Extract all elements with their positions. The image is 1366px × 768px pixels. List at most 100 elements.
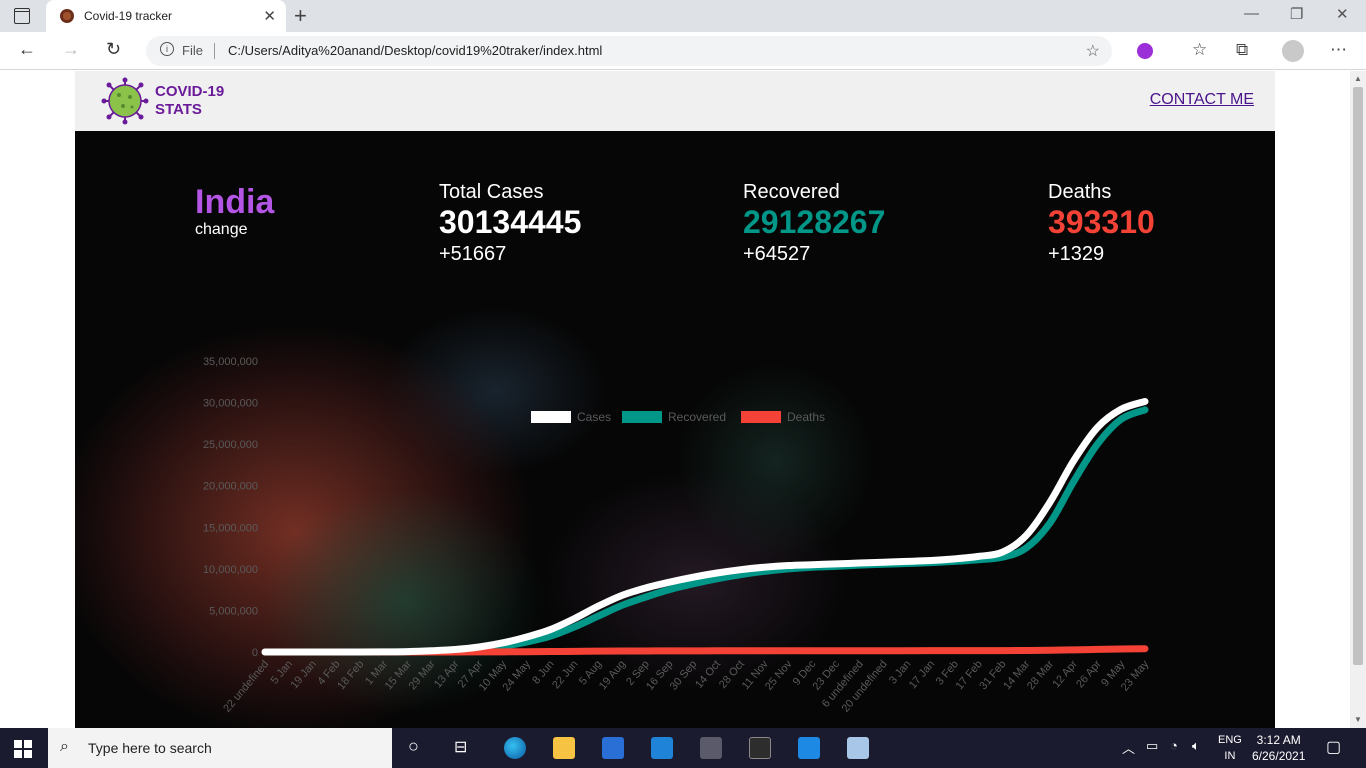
terminal-icon[interactable] [749, 737, 771, 759]
change-country-link[interactable]: change [195, 221, 248, 239]
total-cases-delta: +51667 [439, 243, 507, 265]
windows-start-icon[interactable] [14, 740, 32, 758]
url-scheme: File [182, 43, 203, 58]
new-tab-icon[interactable]: + [294, 3, 307, 29]
deaths-label: Deaths [1048, 181, 1112, 203]
add-favorite-icon[interactable]: ☆ [1086, 41, 1100, 61]
scroll-up-icon[interactable]: ▲ [1354, 74, 1362, 83]
x-tick-label: 19 Jan [288, 658, 318, 691]
legend-label-deaths: Deaths [787, 410, 825, 424]
x-tick-label: 22 Jun [550, 658, 580, 691]
lang-line-1: ENG [1218, 734, 1242, 746]
deaths-value: 393310 [1048, 204, 1155, 240]
lang-line-2: IN [1224, 750, 1236, 762]
legend-swatch-cases [531, 411, 571, 423]
hero-section: India change Total Cases 30134445 +51667… [75, 131, 1275, 728]
vscode-icon[interactable] [798, 737, 820, 759]
total-cases-stat: Total Cases 30134445 +51667 [439, 181, 581, 266]
browser-tab-bar: Covid-19 tracker ✕ + — ❐ ✕ [0, 0, 1366, 32]
scroll-down-icon[interactable]: ▼ [1354, 715, 1362, 724]
virus-favicon-icon [60, 9, 74, 23]
virus-logo-icon [101, 77, 149, 125]
site: COVID-19 STATS CONTACT ME India change T… [75, 71, 1275, 728]
series-line-cases [261, 397, 1149, 656]
recovered-value: 29128267 [743, 204, 886, 240]
battery-icon[interactable]: ▭ [1146, 738, 1158, 754]
notifications-icon[interactable]: ▢ [1326, 737, 1341, 757]
x-tick-label: 13 Apr [432, 658, 462, 690]
close-window-icon[interactable]: ✕ [1336, 5, 1349, 23]
page-scrollbar[interactable]: ▲ ▼ [1350, 71, 1366, 728]
legend-swatch-deaths [741, 411, 781, 423]
refresh-icon[interactable]: ↻ [106, 39, 121, 60]
x-tick-label: 26 Apr [1074, 658, 1104, 690]
tray-chevron-icon[interactable]: ︿ [1122, 738, 1135, 757]
file-explorer-icon[interactable] [553, 737, 575, 759]
contact-link[interactable]: CONTACT ME [1150, 91, 1254, 109]
country-name: India [195, 183, 275, 221]
profile-avatar[interactable] [1282, 40, 1304, 62]
tab-actions-icon[interactable] [14, 8, 30, 24]
cortana-icon[interactable]: ○ [408, 736, 419, 757]
logo-line-2: STATS [155, 101, 202, 118]
x-tick-label: 19 Aug [597, 658, 628, 692]
language-indicator[interactable]: ENG IN [1218, 732, 1242, 764]
page-viewport: COVID-19 STATS CONTACT ME India change T… [0, 71, 1350, 728]
edge-icon[interactable] [504, 737, 526, 759]
forward-icon[interactable]: → [62, 39, 80, 60]
tab-title: Covid-19 tracker [84, 9, 173, 23]
more-menu-icon[interactable]: ⋯ [1330, 40, 1347, 60]
browser-tab[interactable]: Covid-19 tracker ✕ [46, 0, 286, 32]
volume-icon[interactable]: 🔈︎ [1192, 738, 1200, 754]
y-tick-label: 25,000,000 [203, 439, 258, 451]
covid-line-chart: 0 5,000,000 10,000,000 15,000,000 20,000,000… [203, 356, 1152, 715]
x-tick-label: 17 Jan [907, 658, 937, 691]
x-tick-label: 25 Nov [763, 658, 795, 693]
mail-icon[interactable] [651, 737, 673, 759]
y-tick-label: 5,000,000 [209, 605, 258, 617]
wifi-icon[interactable]: ◔ [1170, 738, 1178, 753]
y-tick-label: 35,000,000 [203, 356, 258, 368]
address-bar-row: ← → ↻ i File C:/Users/Aditya%20anand/Des… [0, 32, 1366, 70]
notes-icon[interactable] [847, 737, 869, 759]
task-view-icon[interactable]: ⊟ [454, 737, 467, 757]
minimize-icon[interactable]: — [1244, 5, 1259, 22]
legend-label-recovered: Recovered [668, 410, 726, 424]
y-tick-label: 0 [252, 647, 258, 659]
url-text[interactable]: C:/Users/Aditya%20anand/Desktop/covid19%… [228, 43, 602, 58]
total-cases-label: Total Cases [439, 181, 544, 203]
url-field[interactable]: i File C:/Users/Aditya%20anand/Desktop/c… [146, 36, 1112, 66]
recovered-delta: +64527 [743, 243, 811, 265]
store-icon[interactable] [602, 737, 624, 759]
url-divider [214, 43, 215, 59]
collections-icon[interactable]: ⧉ [1236, 40, 1248, 60]
x-tick-label: 29 Mar [407, 658, 438, 692]
taskbar-search[interactable]: ⌕ Type here to search [48, 728, 392, 768]
deaths-delta: +1329 [1048, 243, 1105, 265]
extension-icon[interactable] [1137, 43, 1153, 59]
y-tick-label: 10,000,000 [203, 564, 258, 576]
calculator-icon[interactable] [700, 737, 722, 759]
logo-text: COVID-19 STATS [155, 83, 224, 119]
close-tab-icon[interactable]: ✕ [263, 7, 276, 25]
info-icon[interactable]: i [160, 42, 174, 56]
deaths-stat: Deaths 393310 +1329 [1048, 181, 1155, 266]
back-icon[interactable]: ← [18, 39, 36, 60]
recovered-label: Recovered [743, 181, 840, 203]
site-header: COVID-19 STATS CONTACT ME [75, 71, 1275, 131]
x-tick-label: 12 Apr [1050, 658, 1080, 690]
taskbar-clock[interactable]: 3:12 AM 6/26/2021 [1252, 732, 1305, 764]
y-tick-label: 30,000,000 [203, 398, 258, 410]
clock-date: 6/26/2021 [1252, 749, 1306, 763]
search-placeholder: Type here to search [88, 740, 212, 756]
total-cases-value: 30134445 [439, 204, 582, 240]
scroll-thumb[interactable] [1353, 87, 1363, 665]
favorites-icon[interactable]: ☆ [1192, 40, 1207, 60]
y-tick-label: 15,000,000 [203, 522, 258, 534]
logo-line-1: COVID-19 [155, 83, 225, 100]
recovered-stat: Recovered 29128267 +64527 [743, 181, 885, 266]
x-tick-label: 28 Mar [1025, 658, 1056, 692]
y-tick-label: 20,000,000 [203, 481, 258, 493]
x-tick-label: 14 Oct [693, 658, 723, 691]
restore-icon[interactable]: ❐ [1290, 5, 1303, 23]
